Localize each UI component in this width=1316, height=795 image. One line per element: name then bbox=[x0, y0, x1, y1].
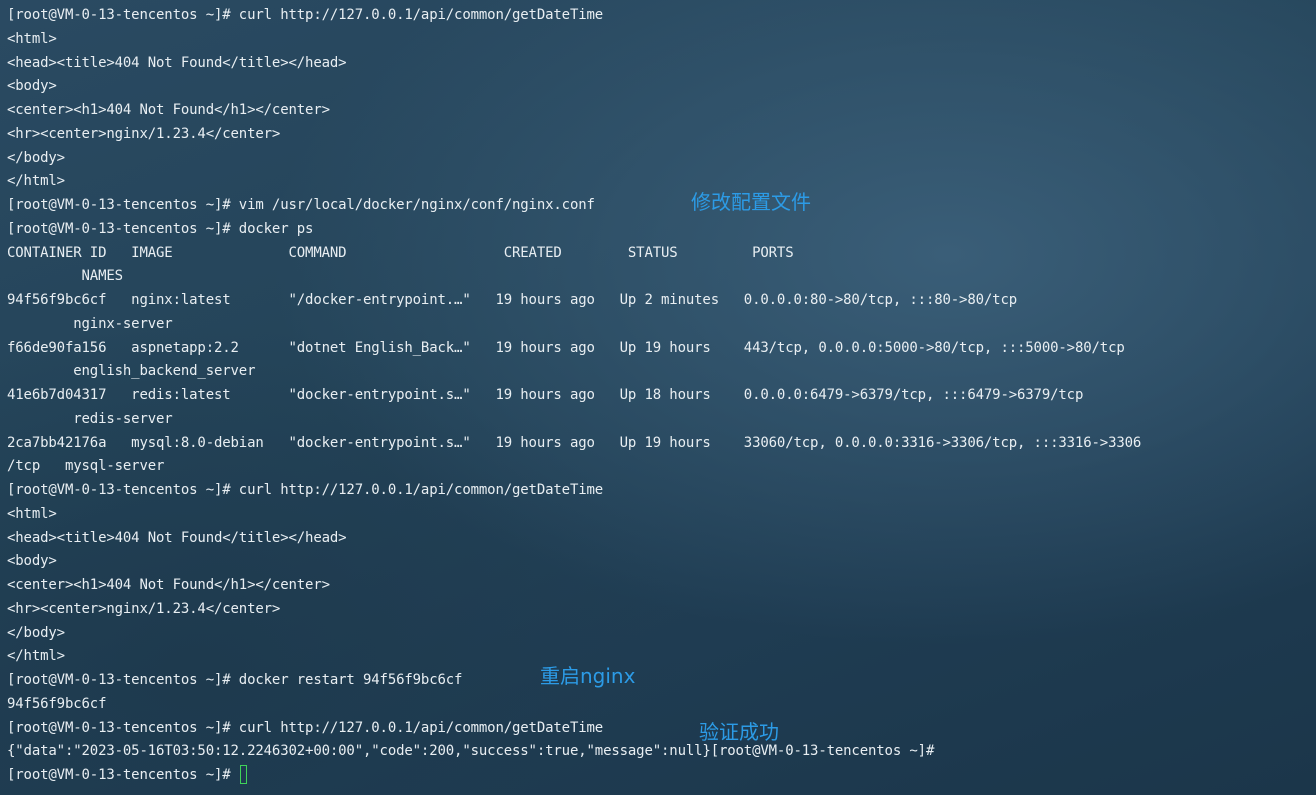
docker-ps-row: 94f56f9bc6cf nginx:latest "/docker-entry… bbox=[7, 292, 1018, 308]
terminal-line: </html> bbox=[7, 648, 65, 665]
terminal-line: <head><title>404 Not Found</title></head… bbox=[7, 529, 347, 546]
terminal-line: <hr><center>nginx/1.23.4</center> bbox=[7, 600, 281, 617]
terminal-line: </body> bbox=[7, 624, 65, 641]
json-response-line: {"data":"2023-05-16T03:50:12.2246302+00:… bbox=[7, 743, 935, 760]
annotation-verify-success: 验证成功 bbox=[699, 720, 779, 744]
terminal-line: [root@VM-0-13-tencentos ~]# vim /usr/loc… bbox=[7, 197, 595, 213]
terminal-line: <html> bbox=[7, 505, 57, 522]
terminal-line: [root@VM-0-13-tencentos ~]# docker resta… bbox=[7, 672, 463, 688]
terminal-line: </html> bbox=[7, 173, 65, 190]
terminal-cursor[interactable] bbox=[239, 765, 247, 784]
terminal-line: <head><title>404 Not Found</title></head… bbox=[7, 54, 347, 71]
docker-ps-header: CONTAINER ID IMAGE COMMAND CREATED STATU… bbox=[7, 244, 794, 261]
terminal-line: [root@VM-0-13-tencentos ~]# curl http://… bbox=[7, 719, 604, 736]
terminal-line: <body> bbox=[7, 553, 57, 570]
annotation-restart-nginx: 重启nginx bbox=[540, 664, 636, 688]
terminal-line: [root@VM-0-13-tencentos ~]# docker ps bbox=[7, 220, 314, 237]
terminal-line: <hr><center>nginx/1.23.4</center> bbox=[7, 125, 281, 142]
docker-ps-row: f66de90fa156 aspnetapp:2.2 "dotnet Engli… bbox=[7, 339, 1125, 356]
terminal-line: [root@VM-0-13-tencentos ~]# curl http://… bbox=[7, 7, 604, 23]
docker-ps-row-name: redis-server bbox=[7, 410, 173, 427]
terminal-line: <center><h1>404 Not Found</h1></center> bbox=[7, 102, 330, 118]
terminal-line: 94f56f9bc6cf bbox=[7, 695, 107, 712]
docker-ps-header-names: NAMES bbox=[7, 268, 124, 285]
docker-ps-row-name: nginx-server bbox=[7, 315, 173, 332]
prompt-line[interactable]: [root@VM-0-13-tencentos ~]# bbox=[7, 764, 1307, 788]
terminal-line: [root@VM-0-13-tencentos ~]# curl http://… bbox=[7, 482, 604, 498]
terminal-line: <center><h1>404 Not Found</h1></center> bbox=[7, 577, 330, 593]
annotation-edit-config: 修改配置文件 bbox=[691, 190, 811, 214]
terminal-line: </body> bbox=[7, 149, 65, 166]
terminal-line: <html> bbox=[7, 30, 57, 47]
terminal-line: <body> bbox=[7, 78, 57, 95]
terminal-output[interactable]: [root@VM-0-13-tencentos ~]# curl http://… bbox=[7, 4, 1307, 788]
prompt-text: [root@VM-0-13-tencentos ~]# bbox=[7, 767, 239, 783]
docker-ps-row: 41e6b7d04317 redis:latest "docker-entryp… bbox=[7, 387, 1084, 403]
docker-ps-row: 2ca7bb42176a mysql:8.0-debian "docker-en… bbox=[7, 434, 1142, 451]
docker-ps-row-name: /tcp mysql-server bbox=[7, 458, 165, 475]
docker-ps-row-name: english_backend_server bbox=[7, 363, 256, 380]
